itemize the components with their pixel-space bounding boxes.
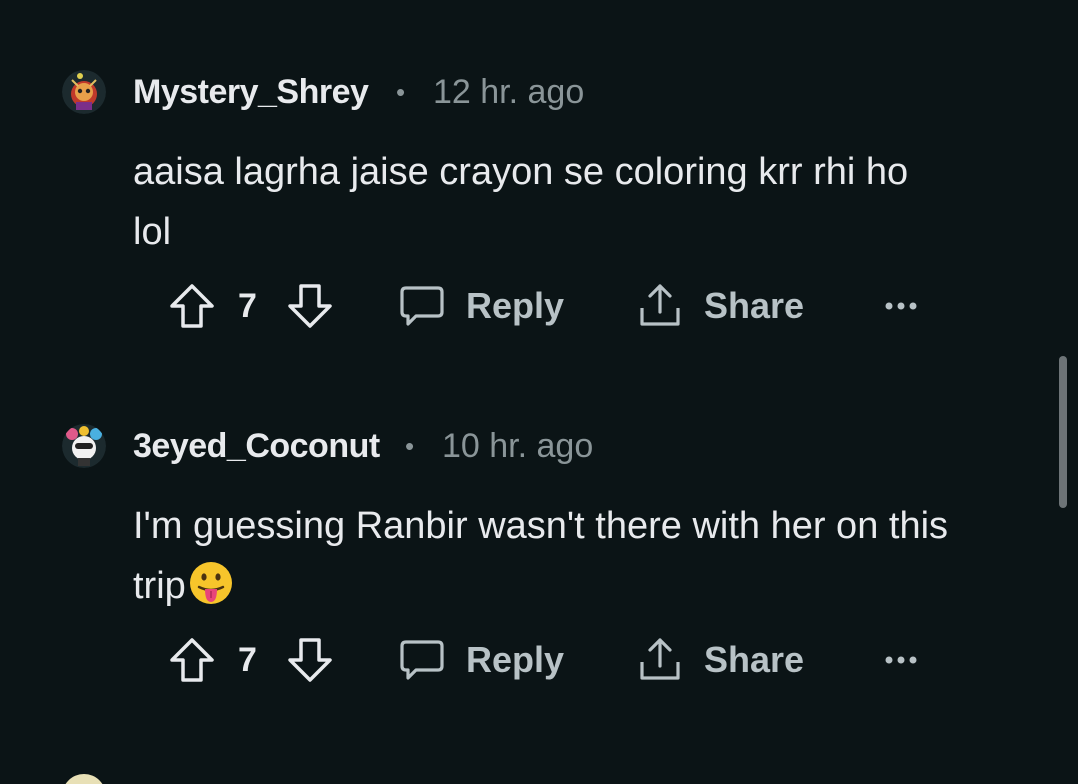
reply-button[interactable]: Reply — [398, 280, 564, 332]
comment-bubble-icon — [398, 636, 446, 684]
share-label: Share — [704, 285, 805, 326]
reply-button[interactable]: Reply — [398, 634, 564, 686]
downvote-icon[interactable] — [286, 282, 334, 330]
reply-label: Reply — [466, 639, 565, 680]
downvote-icon[interactable] — [286, 636, 334, 684]
timestamp: 12 hr. ago — [433, 73, 585, 111]
comment: Mystery_Shrey • 12 hr. ago aaisa lagrha … — [0, 62, 1078, 328]
scrollbar[interactable] — [1059, 356, 1067, 508]
share-icon — [636, 636, 684, 684]
comment-header: 3eyed_Coconut • 10 hr. ago — [0, 416, 1078, 476]
comment-body-line: trip — [133, 565, 186, 607]
vote-score: 7 — [238, 287, 257, 325]
snoo-avatar-icon — [62, 70, 106, 114]
comment-header: Mystery_Shrey • 12 hr. ago — [0, 62, 1078, 122]
upvote-icon[interactable] — [168, 282, 216, 330]
more-options-icon[interactable] — [884, 292, 918, 320]
comment-thread: Mystery_Shrey • 12 hr. ago aaisa lagrha … — [0, 0, 1078, 784]
timestamp: 10 hr. ago — [442, 427, 594, 465]
share-button[interactable]: Share — [636, 280, 804, 332]
comment: 3eyed_Coconut • 10 hr. ago I'm guessing … — [0, 416, 1078, 682]
comment-bubble-icon — [398, 282, 446, 330]
user-avatar[interactable] — [62, 774, 106, 784]
comment-actions: 7 Reply Share — [0, 626, 1078, 696]
more-options-icon[interactable] — [884, 646, 918, 674]
username[interactable]: Mystery_Shrey — [133, 72, 369, 112]
comment-body: aaisa lagrha jaise crayon se coloring kr… — [133, 142, 1033, 262]
username[interactable]: 3eyed_Coconut — [133, 426, 380, 466]
upvote-icon[interactable] — [168, 636, 216, 684]
share-icon — [636, 282, 684, 330]
comment-body-line: aaisa lagrha jaise crayon se coloring kr… — [133, 151, 909, 193]
vote-score: 7 — [238, 641, 257, 679]
user-avatar[interactable] — [62, 70, 106, 114]
meta-separator: • — [405, 431, 415, 461]
share-button[interactable]: Share — [636, 634, 804, 686]
tongue-out-emoji-icon — [188, 560, 234, 606]
comment-body-line: I'm guessing Ranbir wasn't there with he… — [133, 505, 949, 547]
comment-actions: 7 Reply Share — [0, 272, 1078, 342]
comment-body-line: lol — [133, 211, 172, 253]
reply-label: Reply — [466, 285, 565, 326]
user-avatar[interactable] — [62, 424, 106, 468]
comment-body: I'm guessing Ranbir wasn't there with he… — [133, 496, 1033, 616]
meta-separator: • — [396, 77, 406, 107]
snoo-avatar-icon — [62, 424, 106, 468]
share-label: Share — [704, 639, 805, 680]
